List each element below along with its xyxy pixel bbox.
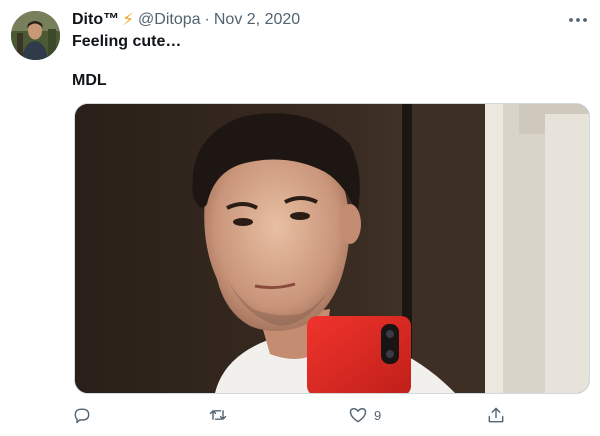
tweet-text-line-2: MDL: [72, 72, 107, 89]
share-button[interactable]: [486, 404, 506, 426]
tweet-media-photo[interactable]: [74, 103, 590, 394]
retweet-button[interactable]: [208, 404, 228, 426]
tweet-actions: 9: [72, 404, 512, 428]
avatar[interactable]: [11, 11, 60, 60]
tweet[interactable]: Dito™ ⚡ @Ditopa · Nov 2, 2020 Feeling cu…: [0, 0, 600, 436]
selfie-photo: [75, 104, 589, 393]
share-icon: [488, 407, 504, 423]
tweet-header: Dito™ ⚡ @Ditopa · Nov 2, 2020: [72, 9, 300, 31]
heart-icon: [349, 408, 367, 423]
author-handle[interactable]: @Ditopa: [138, 11, 201, 29]
reply-icon: [74, 408, 90, 424]
more-button[interactable]: [566, 10, 590, 30]
tweet-text-line-1: Feeling cute…: [72, 33, 182, 50]
lightning-bolt-emoji: ⚡: [122, 10, 135, 29]
like-count: 9: [374, 407, 382, 423]
avatar-image: [11, 11, 60, 60]
more-horizontal-icon: [569, 18, 587, 22]
author-name[interactable]: Dito™: [72, 11, 119, 29]
like-button[interactable]: 9: [348, 404, 381, 426]
header-separator: ·: [204, 11, 210, 28]
retweet-icon: [209, 410, 227, 420]
tweet-date[interactable]: Nov 2, 2020: [214, 11, 300, 29]
reply-button[interactable]: [72, 404, 92, 426]
